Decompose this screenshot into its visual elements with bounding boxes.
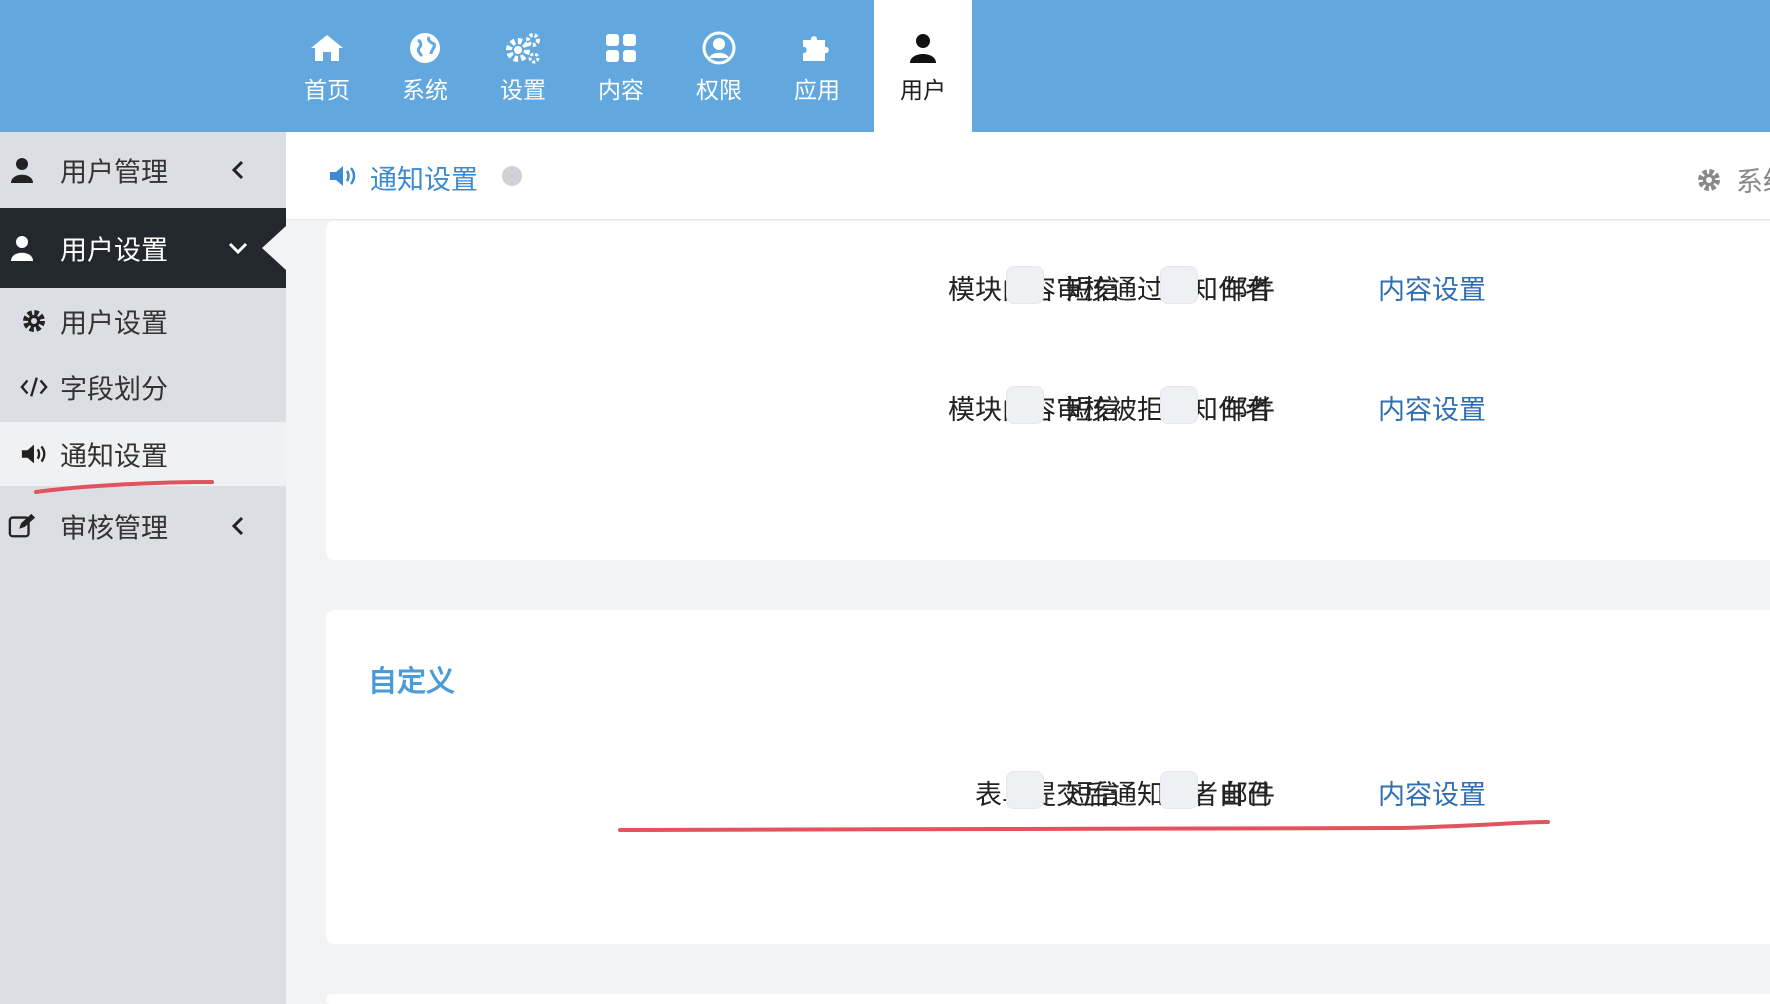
volume-icon	[20, 440, 48, 468]
nav-label: 内容	[598, 78, 644, 104]
sidebar-subitem-notification-settings[interactable]: 通知设置	[0, 422, 286, 486]
mail-checkbox[interactable]	[1160, 386, 1198, 424]
section-title: 自定义	[368, 664, 456, 698]
sidebar: 用户管理 用户设置 用户设置 字段划分 通知设置 审核管理	[0, 132, 286, 1004]
notification-row: 表单提交后通知作者自己 短信 邮件 内容设置	[326, 761, 1770, 821]
sidebar-item-label: 用户管理	[60, 157, 168, 189]
sidebar-item-label: 字段划分	[60, 374, 168, 406]
sms-checkbox[interactable]	[1006, 386, 1044, 424]
mail-checkbox[interactable]	[1160, 266, 1198, 304]
nav-item-home[interactable]: 首页	[278, 0, 376, 132]
chevron-down-icon	[228, 238, 248, 258]
gears-icon	[474, 30, 572, 66]
puzzle-icon	[768, 30, 866, 66]
user-icon	[874, 30, 972, 66]
volume-icon	[328, 162, 358, 190]
mail-checkbox[interactable]	[1160, 771, 1198, 809]
sms-checkbox[interactable]	[1006, 266, 1044, 304]
custom-notification-panel: 自定义 表单提交后通知作者自己 短信 邮件 内容设置	[326, 610, 1770, 944]
gear-icon	[1696, 167, 1722, 193]
page-title: 通知设置	[370, 165, 478, 196]
edit-icon	[8, 512, 36, 540]
notification-panel: 模块内容审核通过通知作者 短信 邮件 内容设置 模块内容审核被拒通知作者 短信 …	[326, 221, 1770, 560]
globe-icon	[376, 30, 474, 66]
nav-item-system[interactable]: 系统	[376, 0, 474, 132]
notification-row: 模块内容审核通过通知作者 短信 邮件 内容设置	[326, 256, 1770, 316]
grid-icon	[572, 30, 670, 66]
sidebar-item-user-management[interactable]: 用户管理	[0, 132, 286, 208]
mail-label: 邮件	[1221, 395, 1275, 426]
system-settings-label: 系统	[1736, 167, 1770, 198]
content-settings-link[interactable]: 内容设置	[1378, 773, 1486, 812]
user-circle-icon	[670, 30, 768, 66]
sidebar-item-label: 用户设置	[60, 308, 168, 340]
chevron-left-icon	[228, 516, 248, 536]
sidebar-subitem-user-settings[interactable]: 用户设置	[0, 288, 286, 354]
nav-label: 权限	[696, 78, 742, 104]
tab-close-dot[interactable]	[502, 166, 522, 186]
nav-label: 用户	[900, 78, 946, 104]
sidebar-item-user-settings[interactable]: 用户设置	[0, 208, 286, 288]
mail-label: 邮件	[1221, 275, 1275, 306]
nav-label: 系统	[402, 78, 448, 104]
content-header: 通知设置 系统	[286, 132, 1770, 220]
nav-item-permissions[interactable]: 权限	[670, 0, 768, 132]
user-icon	[8, 156, 36, 184]
content-settings-link[interactable]: 内容设置	[1378, 388, 1486, 427]
content-settings-link[interactable]: 内容设置	[1378, 268, 1486, 307]
sidebar-item-review-management[interactable]: 审核管理	[0, 488, 286, 564]
nav-label: 首页	[304, 78, 350, 104]
nav-item-settings[interactable]: 设置	[474, 0, 572, 132]
nav-item-users[interactable]: 用户	[874, 0, 972, 132]
sms-label: 短信	[1066, 275, 1120, 306]
active-notch	[262, 226, 286, 270]
nav-label: 设置	[500, 78, 546, 104]
notification-row: 模块内容审核被拒通知作者 短信 邮件 内容设置	[326, 376, 1770, 436]
sidebar-item-label: 通知设置	[60, 441, 168, 473]
nav-label: 应用	[794, 78, 840, 104]
sms-label: 短信	[1066, 395, 1120, 426]
code-icon	[20, 373, 48, 401]
mail-label: 邮件	[1221, 780, 1275, 811]
gear-icon	[20, 307, 48, 335]
chevron-left-icon	[228, 160, 248, 180]
sms-checkbox[interactable]	[1006, 771, 1044, 809]
next-panel-edge	[326, 994, 1770, 1004]
system-settings-link[interactable]: 系统	[1696, 160, 1770, 199]
sidebar-item-label: 用户设置	[60, 235, 168, 267]
nav-item-content[interactable]: 内容	[572, 0, 670, 132]
sidebar-subitem-field-division[interactable]: 字段划分	[0, 354, 286, 420]
sms-label: 短信	[1066, 780, 1120, 811]
top-navigation-bar: 首页 系统 设置 内容 权限 应用 用户	[0, 0, 1770, 132]
user-icon	[8, 234, 36, 262]
sidebar-item-label: 审核管理	[60, 513, 168, 545]
home-icon	[278, 30, 376, 66]
nav-item-apps[interactable]: 应用	[768, 0, 866, 132]
